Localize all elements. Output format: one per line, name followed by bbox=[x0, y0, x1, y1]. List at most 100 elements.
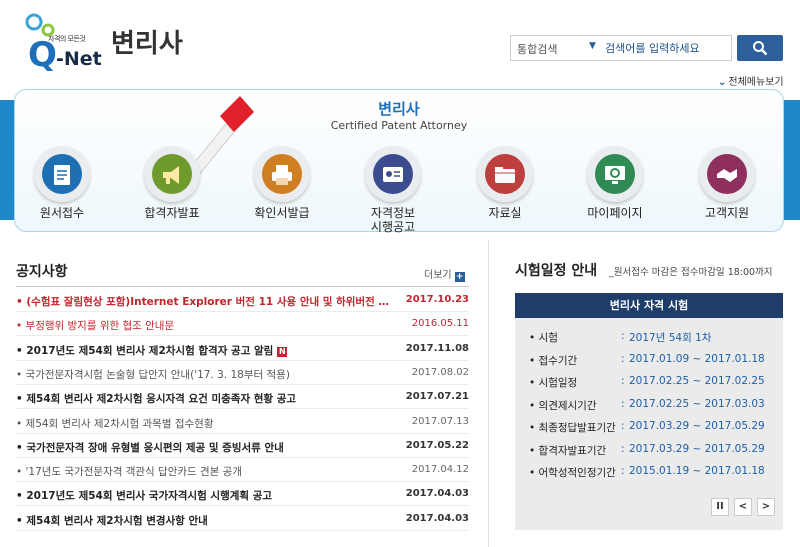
prev-button[interactable]: < bbox=[734, 498, 752, 516]
notice-text[interactable]: • '17년도 국가전문자격 객관식 답안카드 견본 공개 bbox=[16, 464, 398, 479]
notice-text[interactable]: • 제54회 변리사 제2차시험 과목별 접수현황 bbox=[16, 416, 398, 431]
notice-text[interactable]: • 국가전문자격시험 논술형 답안지 안내('17. 3. 18부터 적용) bbox=[16, 367, 398, 382]
schedule-title: 시험일정 안내 bbox=[515, 263, 598, 279]
menu-icon-bg bbox=[373, 154, 413, 194]
menu-item-5[interactable]: 마이페이지 bbox=[570, 146, 660, 228]
notice-title-text: 2017년도 제54회 변리사 국가자격시험 시행계획 공고 bbox=[26, 490, 273, 503]
plus-icon: + bbox=[454, 272, 465, 282]
schedule-colon: : bbox=[621, 420, 625, 432]
qnet-logo[interactable]: 자격의 모든것 Q -Net bbox=[14, 12, 104, 75]
menu-item-1[interactable]: 합격자발표 bbox=[127, 146, 217, 228]
schedule-value: 2017.03.29 ~ 2017.05.29 bbox=[629, 420, 765, 432]
notice-date: 2017.08.02 bbox=[411, 366, 469, 378]
menu-icon-circle bbox=[34, 146, 90, 202]
bullet: • bbox=[16, 514, 27, 527]
menu-icon-circle bbox=[365, 146, 421, 202]
notice-title: 공지사항 bbox=[16, 264, 68, 280]
notice-date: 2017.04.03 bbox=[405, 488, 469, 500]
schedule-value: 2017.02.25 ~ 2017.03.03 bbox=[629, 397, 765, 410]
pause-button[interactable]: II bbox=[711, 498, 729, 516]
notice-row[interactable]: • 2017년도 제54회 변리사 국가자격시험 시행계획 공고 2017.04.… bbox=[16, 482, 469, 507]
schedule-colon: : bbox=[621, 352, 625, 365]
notice-title-text: 제54회 변리사 제2차시험 변경사항 안내 bbox=[26, 514, 208, 527]
notice-more-link[interactable]: 더보기 + bbox=[424, 266, 465, 282]
notice-row[interactable]: • 국가전문자격시험 논술형 답안지 안내('17. 3. 18부터 적용) 20… bbox=[16, 361, 469, 385]
schedule-value: 2017년 54회 1차 bbox=[629, 332, 712, 344]
schedule-row: • 시험:2017년 54회 1차 bbox=[529, 328, 779, 346]
notice-row[interactable]: • '17년도 국가전문자격 객관식 답안카드 견본 공개 2017.04.12 bbox=[16, 458, 469, 483]
notice-row[interactable]: • 제54회 변리사 제2차시험 변경사항 안내 2017.04.03 bbox=[16, 507, 469, 531]
menu-label: 원서접수 bbox=[39, 206, 85, 220]
bullet: • bbox=[16, 393, 27, 406]
bullet: • bbox=[16, 296, 27, 308]
menu-item-2[interactable]: 확인서발급 bbox=[237, 146, 327, 228]
notice-title-text: 2017년도 제54회 변리사 제2차시험 합격자 공고 알림 bbox=[26, 344, 274, 357]
search-button[interactable] bbox=[737, 35, 783, 61]
id-card-icon bbox=[383, 167, 403, 182]
notice-text[interactable]: • 제54회 변리사 제2차시험 응시자격 요건 미충족자 현황 공고 bbox=[16, 391, 398, 406]
notice-title-text: (수험표 잘림현상 포함)Internet Explorer 버전 11 사용 … bbox=[26, 296, 398, 308]
notice-date: 2017.07.21 bbox=[405, 391, 469, 403]
monitor-icon bbox=[605, 166, 625, 184]
schedule-colon: : bbox=[621, 375, 625, 387]
decor-band-right bbox=[783, 100, 800, 220]
bullet: • bbox=[16, 368, 26, 381]
notice-date: 2017.07.13 bbox=[411, 415, 469, 427]
search-input[interactable] bbox=[605, 39, 729, 57]
notice-text[interactable]: • 2017년도 제54회 변리사 제2차시험 합격자 공고 알림 N bbox=[16, 343, 398, 358]
menu-icon-circle bbox=[254, 146, 310, 202]
schedule-label: • 최종정답발표기간 bbox=[529, 422, 616, 434]
notice-divider bbox=[16, 286, 469, 287]
all-menu-link[interactable]: ⌄ 전체메뉴보기 bbox=[718, 73, 784, 88]
schedule-label-text: 어학성적인정기간 bbox=[538, 467, 616, 479]
notice-row[interactable]: • 2017년도 제54회 변리사 제2차시험 합격자 공고 알림 N 2017.1… bbox=[16, 337, 469, 361]
notice-row[interactable]: • 제54회 변리사 제2차시험 응시자격 요건 미충족자 현황 공고 2017.… bbox=[16, 385, 469, 410]
schedule-label-text: 최종정답발표기간 bbox=[538, 422, 616, 434]
column-divider bbox=[488, 240, 489, 547]
bullet: • bbox=[16, 320, 26, 333]
notice-row[interactable]: • (수험표 잘림현상 포함)Internet Explorer 버전 11 사… bbox=[16, 288, 469, 312]
menu-item-0[interactable]: 원서접수 bbox=[17, 146, 107, 228]
notice-text[interactable]: • 국가전문자격 장애 유형별 응시편의 제공 및 증빙서류 안내 bbox=[16, 440, 398, 455]
schedule-row: • 접수기간:2017.01.09 ~ 2017.01.18 bbox=[529, 351, 779, 369]
menu-item-3[interactable]: 자격정보 시행공고 bbox=[348, 146, 438, 234]
notice-text[interactable]: • 2017년도 제54회 변리사 국가자격시험 시행계획 공고 bbox=[16, 488, 398, 503]
menu-label: 확인서발급 bbox=[254, 206, 310, 220]
schedule-label-text: 시험 bbox=[538, 332, 558, 344]
logo-q: Q bbox=[28, 35, 57, 75]
schedule-label: • 어학성적인정기간 bbox=[529, 467, 616, 479]
notice-row[interactable]: • 국가전문자격 장애 유형별 응시편의 제공 및 증빙서류 안내 2017.05… bbox=[16, 434, 469, 458]
notice-text[interactable]: • (수험표 잘림현상 포함)Internet Explorer 버전 11 사… bbox=[16, 294, 398, 309]
handshake-icon bbox=[717, 169, 737, 182]
notice-date: 2017.04.03 bbox=[405, 512, 469, 524]
search-scope-select[interactable]: 통합검색 bbox=[511, 36, 583, 60]
notice-text[interactable]: • 제54회 변리사 제2차시험 변경사항 안내 bbox=[16, 513, 398, 528]
schedule-box: 변리사 자격 시험 • 시험:2017년 54회 1차 • 접수기간:2017.0… bbox=[515, 293, 783, 530]
menu-item-4[interactable]: 자료실 bbox=[460, 146, 550, 228]
search-icon bbox=[753, 41, 768, 56]
schedule-row: • 어학성적인정기간:2015.01.19 ~ 2017.01.18 bbox=[529, 463, 779, 481]
notice-date: 2017.04.12 bbox=[411, 464, 469, 476]
menu-icon-circle bbox=[587, 146, 643, 202]
menu-item-6[interactable]: 고객지원 bbox=[682, 146, 772, 228]
schedule-colon: : bbox=[621, 330, 625, 342]
notice-text[interactable]: • 부정행위 방지를 위한 협조 안내문 bbox=[16, 318, 398, 333]
notice-date: 2016.05.11 bbox=[411, 318, 469, 330]
schedule-row: • 최종정답발표기간:2017.03.29 ~ 2017.05.29 bbox=[529, 418, 779, 436]
chevron-down-icon[interactable]: ▼ bbox=[589, 41, 596, 51]
menu-icon-circle bbox=[144, 146, 200, 202]
notice-row[interactable]: • 제54회 변리사 제2차시험 과목별 접수현황 2017.07.13 bbox=[16, 410, 469, 434]
schedule-label-text: 시험일정 bbox=[538, 377, 578, 389]
notice-date: 2017.10.23 bbox=[405, 294, 469, 305]
notice-row[interactable]: • 부정행위 방지를 위한 협조 안내문 2016.05.11 bbox=[16, 312, 469, 337]
schedule-label: • 시험일정 bbox=[529, 377, 578, 389]
schedule-value: 2017.02.25 ~ 2017.02.25 bbox=[629, 375, 765, 387]
new-badge-icon: N bbox=[277, 346, 288, 357]
folder-icon bbox=[495, 167, 515, 183]
menu-label: 고객지원 bbox=[704, 206, 750, 220]
bullet: • bbox=[16, 417, 26, 430]
menu-label: 자격정보 시행공고 bbox=[370, 206, 416, 234]
document-icon bbox=[54, 165, 70, 185]
next-button[interactable]: > bbox=[757, 498, 775, 516]
schedule-label: • 의견제시기간 bbox=[529, 399, 597, 412]
